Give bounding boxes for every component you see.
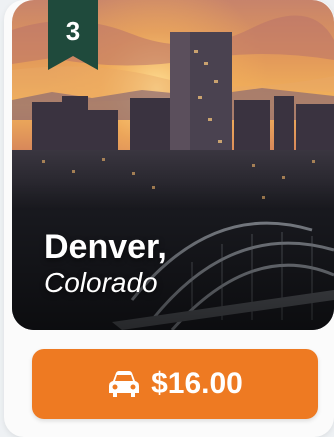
city-name: Denver, — [44, 228, 167, 266]
destination-title: Denver, Colorado — [44, 228, 167, 300]
price-button[interactable]: $16.00 — [32, 349, 318, 419]
car-icon — [107, 369, 141, 399]
state-name: Colorado — [44, 267, 158, 298]
price-label: $16.00 — [151, 367, 243, 400]
rank-number: 3 — [65, 16, 81, 46]
rank-badge: 3 — [48, 0, 98, 70]
